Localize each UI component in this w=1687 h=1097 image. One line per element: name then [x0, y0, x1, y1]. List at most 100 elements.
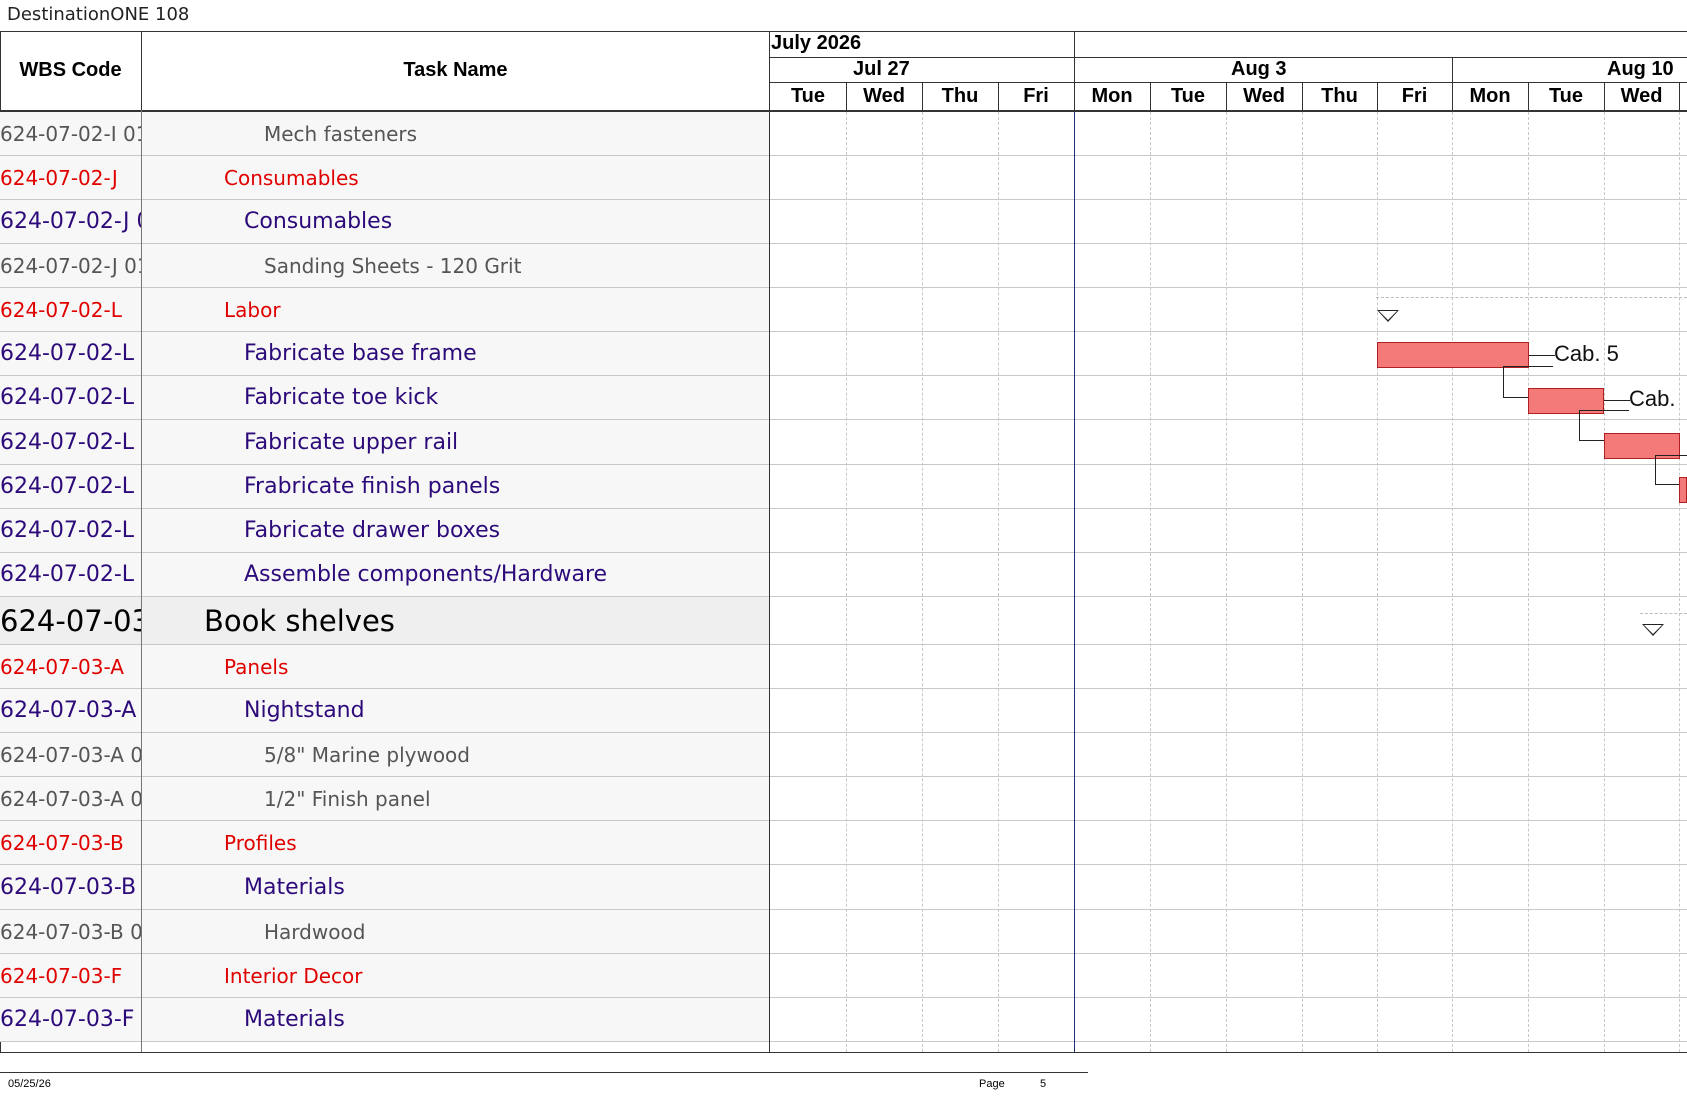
table-row[interactable]: 624-07-02-J 01 Sanding Sheets - 120 Grit [0, 244, 1687, 288]
timeline-day: Wed [1620, 85, 1663, 107]
task-name-cell[interactable]: Mech fasteners [142, 112, 769, 155]
dependency-link [1579, 410, 1580, 440]
day-gridline [1528, 112, 1529, 1052]
wbs-code-cell[interactable]: 624-07-02-L 0 [0, 376, 141, 419]
table-row[interactable]: 624-07-03-A 01 1/2" Finish panel [0, 777, 1687, 821]
day-gridline [1377, 112, 1378, 1052]
task-name-cell[interactable]: Nightstand [142, 689, 769, 732]
task-name-cell[interactable]: Fabricate upper rail [142, 420, 769, 464]
timeline-week-label: Aug 3 [1231, 58, 1287, 80]
footer-page-label: Page [979, 1078, 1005, 1090]
task-name-cell[interactable]: Hardwood [142, 910, 769, 953]
document-title: DestinationONE 108 [7, 4, 190, 25]
wbs-code-cell[interactable]: 624-07-03-A 01 [0, 733, 141, 776]
day-separator [1226, 82, 1227, 110]
wbs-code-cell[interactable]: 624-07-03-A 0 [0, 689, 141, 732]
table-row[interactable]: 624-07-03-A 01 5/8" Marine plywood [0, 733, 1687, 777]
wbs-code-cell[interactable]: 624-07-02-L [0, 288, 141, 331]
table-row[interactable]: 624-07-03-B 0Materials [0, 865, 1687, 910]
day-separator [1528, 82, 1529, 110]
dependency-link [1503, 366, 1553, 367]
day-separator [1377, 82, 1378, 110]
wbs-code-cell[interactable]: 624-07-03-B [0, 821, 141, 864]
task-name-cell[interactable]: 1/2" Finish panel [142, 777, 769, 820]
table-row[interactable]: 624-07-03-A Panels [0, 645, 1687, 689]
day-separator [1604, 82, 1605, 110]
footer-page-number: 5 [1040, 1078, 1047, 1090]
task-bar[interactable] [1377, 342, 1529, 368]
timeline-day: Mon [1091, 85, 1133, 107]
summary-marker-icon[interactable] [1642, 624, 1664, 636]
task-name-cell[interactable]: Fabricate drawer boxes [142, 509, 769, 552]
day-gridline [922, 112, 923, 1052]
table-row[interactable]: 624-07-02-L 0 Assemble components/Hardwar… [0, 553, 1687, 597]
table-row[interactable]: 624-07-03-A 0Nightstand [0, 689, 1687, 733]
wbs-code-cell[interactable]: 624-07-02-J 0 [0, 200, 141, 243]
wbs-code-cell[interactable]: 624-07-02-L 0 [0, 420, 141, 464]
wbs-code-cell[interactable]: 624-07-02-L 0 [0, 332, 141, 375]
table-row[interactable]: 624-07-03-B 01 Hardwood [0, 910, 1687, 954]
task-name-cell[interactable]: Consumables [142, 156, 769, 199]
table-row[interactable]: 624-07-03-B Profiles [0, 821, 1687, 865]
wbs-code-cell[interactable]: 624-07-02-L 0 [0, 465, 141, 508]
table-row[interactable]: 624-07-03-F 0 Materials [0, 998, 1687, 1042]
table-row[interactable]: 624-07-02-J Consumables [0, 156, 1687, 200]
table-row[interactable]: 624-07-02-L 0 Fabricate upper rail [0, 420, 1687, 465]
wbs-code-cell[interactable]: 624-07-03-A 01 [0, 777, 141, 820]
wbs-code-cell[interactable]: 624-07-02-J 01 [0, 244, 141, 287]
wbs-code-cell[interactable]: 624-07-03-A [0, 645, 141, 688]
bar-label-leader [1529, 355, 1555, 356]
day-separator [998, 82, 999, 110]
wbs-code-cell[interactable]: 624-07-02-L 0 [0, 509, 141, 552]
dependency-link [1503, 366, 1504, 397]
task-name-cell[interactable]: Frabricate finish panels [142, 465, 769, 508]
task-name-cell[interactable]: Consumables [142, 200, 769, 243]
table-row[interactable]: 624-07-02-L Labor [0, 288, 1687, 332]
timeline-week-label: Aug 10 [1607, 58, 1674, 80]
timeline-day: Fri [1023, 85, 1049, 107]
timeline-day: Tue [1170, 85, 1206, 107]
wbs-code-cell[interactable]: 624-07-03 [0, 597, 141, 644]
wbs-code-cell[interactable]: 624-07-02-J [0, 156, 141, 199]
task-name-cell[interactable]: Materials [142, 998, 769, 1041]
grid-bottom-border [0, 1052, 1687, 1053]
dependency-link [1579, 440, 1604, 441]
column-header-task-name[interactable]: Task Name [142, 31, 770, 110]
table-row[interactable]: 624-07-02-I 01 Mech fasteners [0, 112, 1687, 156]
task-name-cell[interactable]: Sanding Sheets - 120 Grit [142, 244, 769, 287]
dependency-link [1579, 410, 1629, 411]
task-name-cell[interactable]: Interior Decor [142, 954, 769, 997]
table-row[interactable]: 624-07-02-J 0 Consumables [0, 200, 1687, 244]
timeline-day: Thu [941, 85, 979, 107]
table-row[interactable]: 624-07-03-F Interior Decor [0, 954, 1687, 998]
task-name-cell[interactable]: 5/8" Marine plywood [142, 733, 769, 776]
task-bar-label: Cab. [1629, 386, 1676, 411]
wbs-code-cell[interactable]: 624-07-03-B 0 [0, 865, 141, 909]
task-bar-label: Cab. 5 [1554, 341, 1619, 366]
column-header-wbs[interactable]: WBS Code [0, 31, 142, 110]
table-row[interactable]: 624-07-03 Book shelves [0, 597, 1687, 645]
task-name-cell[interactable]: Fabricate base frame [142, 332, 769, 375]
table-row[interactable]: 624-07-02-L 0 Fabricate drawer boxes [0, 509, 1687, 553]
wbs-code-cell[interactable]: 624-07-02-L 0 [0, 553, 141, 596]
day-separator [1150, 82, 1151, 110]
task-name-cell[interactable]: Materials [142, 865, 769, 909]
summary-marker-icon[interactable] [1377, 310, 1399, 322]
wbs-column-border [141, 110, 142, 1052]
task-bar[interactable] [1679, 477, 1687, 503]
table-row[interactable]: 624-07-02-L 0 Fabricate toe kick [0, 376, 1687, 420]
timeline-week-label: Jul 27 [853, 58, 910, 80]
wbs-code-cell[interactable]: 624-07-03-B 01 [0, 910, 141, 953]
footer-date: 05/25/26 [8, 1078, 51, 1090]
task-name-cell[interactable]: Assemble components/Hardware [142, 553, 769, 596]
wbs-code-cell[interactable]: 624-07-02-I 01 [0, 112, 141, 155]
task-name-cell[interactable]: Labor [142, 288, 769, 331]
task-name-cell[interactable]: Fabricate toe kick [142, 376, 769, 419]
task-name-cell[interactable]: Book shelves [142, 597, 769, 644]
timeline-day: Wed [1243, 85, 1285, 107]
wbs-code-cell[interactable]: 624-07-03-F 0 [0, 998, 141, 1041]
task-name-cell[interactable]: Panels [142, 645, 769, 688]
task-name-cell[interactable]: Profiles [142, 821, 769, 864]
wbs-code-cell[interactable]: 624-07-03-F [0, 954, 141, 997]
table-row[interactable]: 624-07-02-L 0 Frabricate finish panels [0, 465, 1687, 509]
